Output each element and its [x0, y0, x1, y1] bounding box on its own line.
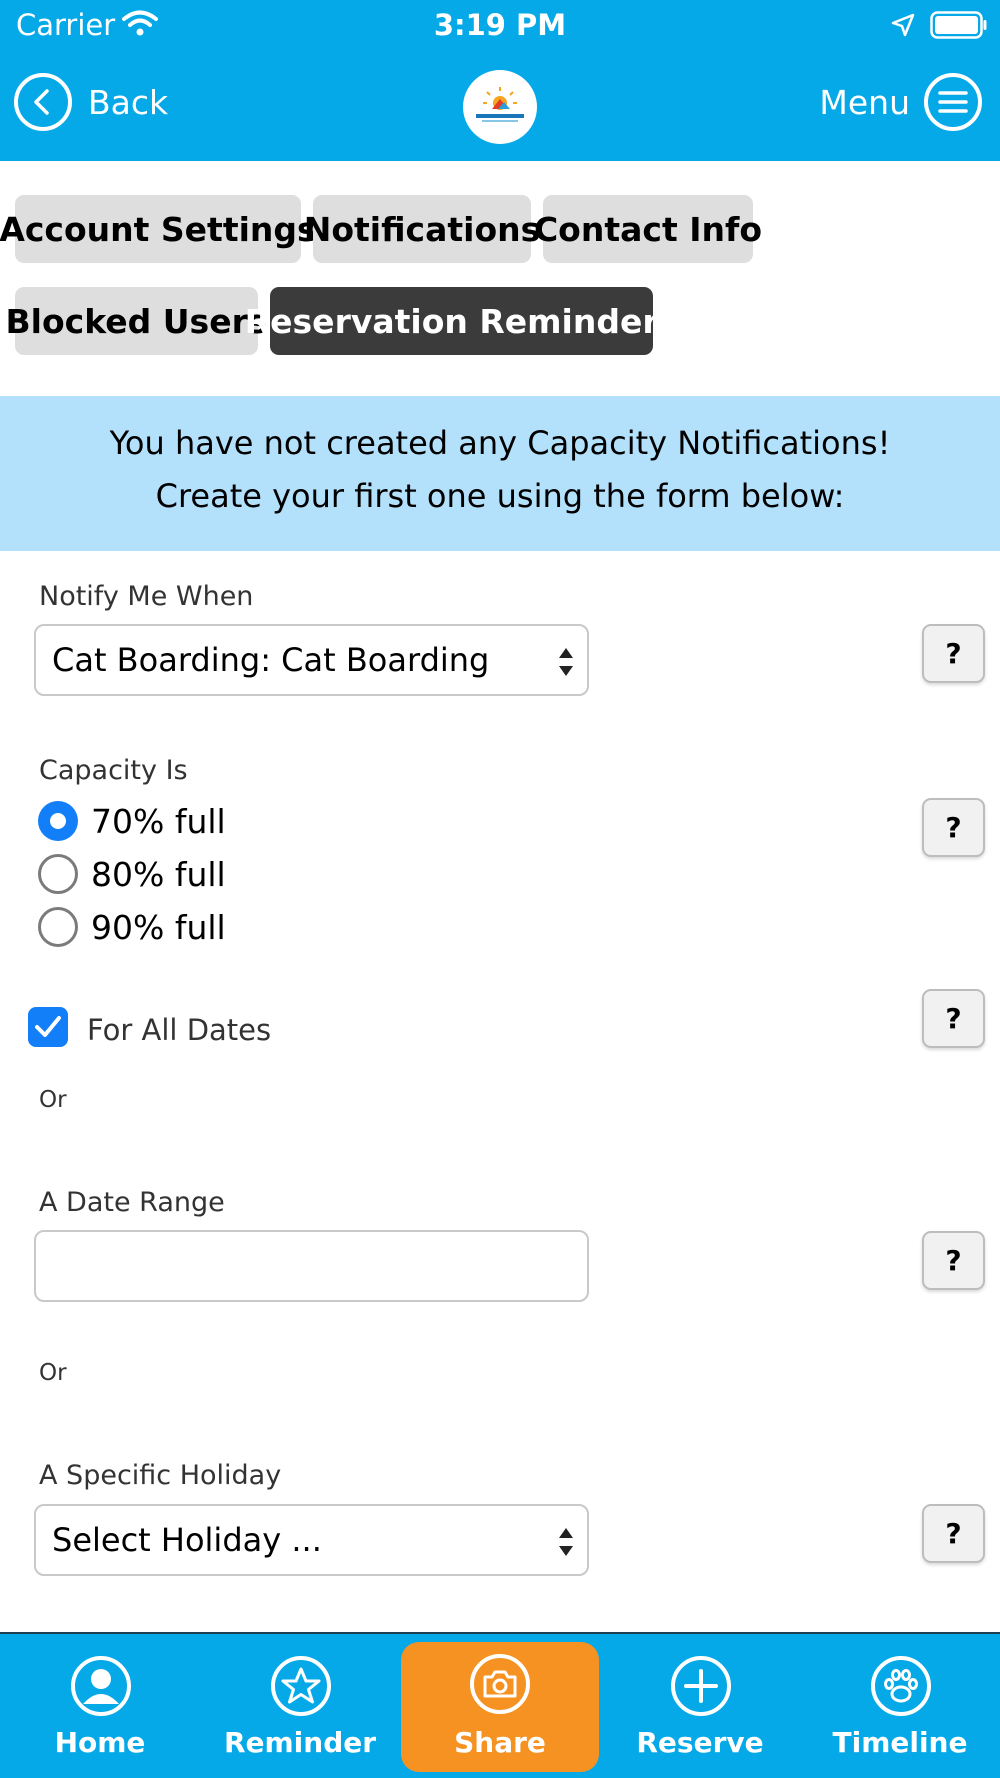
clock: 3:19 PM — [433, 8, 567, 42]
radio-checked-icon — [38, 801, 78, 841]
banner-line-1: You have not created any Capacity Notifi… — [109, 424, 891, 462]
nav-label: Home — [54, 1726, 146, 1759]
notify-label: Notify Me When — [39, 581, 254, 612]
or-separator: Or — [39, 1087, 67, 1113]
notify-help-button[interactable]: ? — [922, 624, 985, 683]
tab-contact-info[interactable]: Contact Info — [534, 195, 762, 263]
nav-label: Reserve — [636, 1726, 764, 1759]
star-icon — [271, 1656, 331, 1716]
nav-label: Timeline — [832, 1726, 968, 1759]
all-dates-checkbox[interactable]: For All Dates — [28, 1006, 271, 1048]
nav-home[interactable]: Home — [0, 1634, 200, 1778]
holiday-select[interactable]: Select Holiday ... — [34, 1504, 589, 1576]
date-range-input[interactable] — [34, 1230, 589, 1302]
tab-blocked-users[interactable]: Blocked Users — [6, 287, 268, 355]
nav-timeline[interactable]: Timeline — [800, 1634, 1000, 1778]
plus-icon — [671, 1656, 731, 1716]
capacity-option-70[interactable]: 70% full — [38, 801, 226, 841]
battery-icon — [930, 11, 988, 43]
menu-button[interactable]: Menu — [819, 73, 982, 131]
paw-icon — [871, 1656, 931, 1716]
nav-label: Share — [454, 1726, 546, 1759]
location-arrow-icon — [890, 12, 916, 42]
capacity-label: Capacity Is — [39, 755, 188, 786]
banner-line-2: Create your first one using the form bel… — [155, 477, 845, 515]
capacity-option-label: 80% full — [91, 854, 226, 894]
capacity-option-80[interactable]: 80% full — [38, 854, 226, 894]
radio-unchecked-icon — [38, 907, 78, 947]
capacity-option-90[interactable]: 90% full — [38, 907, 226, 947]
date-range-label: A Date Range — [39, 1187, 225, 1218]
notify-select-value: Cat Boarding: Cat Boarding — [52, 641, 490, 679]
tab-account-settings[interactable]: Account Settings — [0, 195, 317, 263]
tab-notifications[interactable]: Notifications — [304, 195, 540, 263]
holiday-help-button[interactable]: ? — [922, 1504, 985, 1563]
all-dates-label: For All Dates — [87, 1013, 272, 1047]
holiday-select-value: Select Holiday ... — [52, 1521, 322, 1559]
nav-label: Reminder — [223, 1726, 377, 1759]
nav-share[interactable]: Share — [401, 1642, 599, 1772]
chevron-left-icon — [14, 73, 72, 131]
nav-reminder[interactable]: Reminder — [200, 1634, 400, 1778]
top-bar: Carrier 3:19 PM Back Menu — [0, 0, 1000, 161]
person-icon — [71, 1656, 131, 1716]
menu-label: Menu — [819, 82, 910, 122]
all-dates-help-button[interactable]: ? — [922, 989, 985, 1048]
navarre-beach-logo — [463, 70, 537, 144]
radio-unchecked-icon — [38, 854, 78, 894]
status-bar: Carrier 3:19 PM — [0, 0, 1000, 50]
back-button[interactable]: Back — [14, 73, 168, 131]
nav-reserve[interactable]: Reserve — [600, 1634, 800, 1778]
tab-reservation-reminders[interactable]: Reservation Reminders — [245, 287, 678, 355]
back-label: Back — [88, 82, 169, 122]
hamburger-icon — [924, 73, 982, 131]
select-arrows-icon — [557, 646, 575, 686]
notify-select[interactable]: Cat Boarding: Cat Boarding — [34, 624, 589, 696]
holiday-label: A Specific Holiday — [39, 1460, 282, 1491]
date-range-help-button[interactable]: ? — [922, 1231, 985, 1290]
camera-icon — [470, 1654, 530, 1714]
bottom-nav: Home Reminder Share Reserve Timeline — [0, 1632, 1000, 1778]
capacity-option-label: 70% full — [91, 801, 226, 841]
or-separator: Or — [39, 1360, 67, 1386]
select-arrows-icon — [557, 1526, 575, 1566]
info-banner: You have not created any Capacity Notifi… — [0, 396, 1000, 551]
checkmark-icon — [28, 1007, 68, 1047]
capacity-help-button[interactable]: ? — [922, 798, 985, 857]
capacity-option-label: 90% full — [91, 907, 226, 947]
